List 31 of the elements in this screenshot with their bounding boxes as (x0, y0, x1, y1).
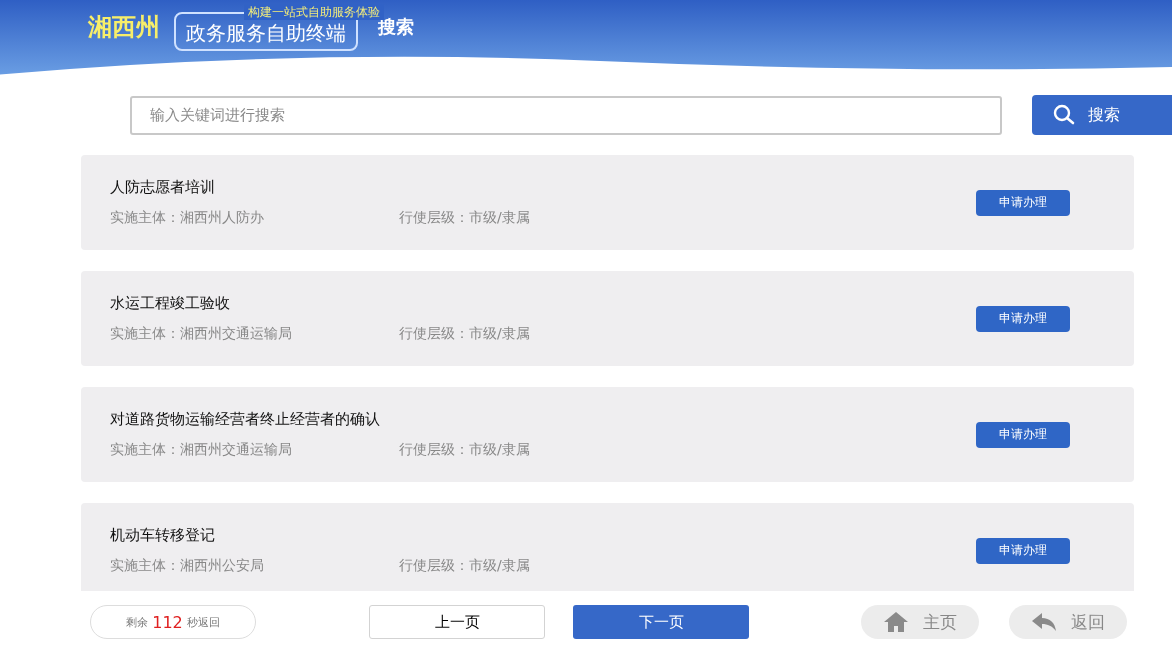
countdown-prefix: 剩余 (126, 614, 149, 630)
apply-button[interactable]: 申请办理 (976, 421, 1070, 448)
service-level: 行使层级：市级/隶属 (399, 209, 530, 227)
search-button[interactable]: 搜索 (1032, 95, 1172, 135)
service-department: 实施主体：湘西州交通运输局 (110, 325, 293, 343)
service-level: 行使层级：市级/隶属 (399, 325, 530, 343)
region-name: 湘西州 (88, 12, 160, 43)
countdown-suffix: 秒返回 (186, 614, 220, 630)
back-arrow-icon (1031, 612, 1057, 632)
service-name: 对道路货物运输经营者终止经营者的确认 (110, 410, 381, 429)
home-icon (883, 611, 909, 633)
apply-button[interactable]: 申请办理 (976, 305, 1070, 332)
service-department: 实施主体：湘西州公安局 (110, 557, 265, 575)
search-field[interactable]: 输入关键词进行搜索 (130, 95, 1002, 135)
back-button[interactable]: 返回 (1009, 605, 1127, 639)
next-page-button[interactable]: 下一页 (573, 605, 749, 639)
service-name: 水运工程竣工验收 (110, 294, 231, 313)
service-name: 人防志愿者培训 (110, 178, 216, 197)
service-name: 机动车转移登记 (110, 526, 216, 545)
service-department: 实施主体：湘西州人防办 (110, 209, 265, 227)
previous-page-button[interactable]: 上一页 (369, 605, 545, 639)
service-level: 行使层级：市级/隶属 (399, 557, 530, 575)
app-title: 政务服务自助终端 (186, 20, 346, 45)
apply-button[interactable]: 申请办理 (976, 189, 1070, 216)
countdown-number: 112 (152, 612, 183, 632)
apply-button[interactable]: 申请办理 (976, 537, 1070, 564)
service-level: 行使层级：市级/隶属 (399, 441, 530, 459)
subtitle: 构建一站式自助服务体验 (244, 3, 384, 20)
search-icon (1052, 103, 1076, 127)
home-button[interactable]: 主页 (861, 605, 979, 639)
service-department: 实施主体：湘西州交通运输局 (110, 441, 293, 459)
